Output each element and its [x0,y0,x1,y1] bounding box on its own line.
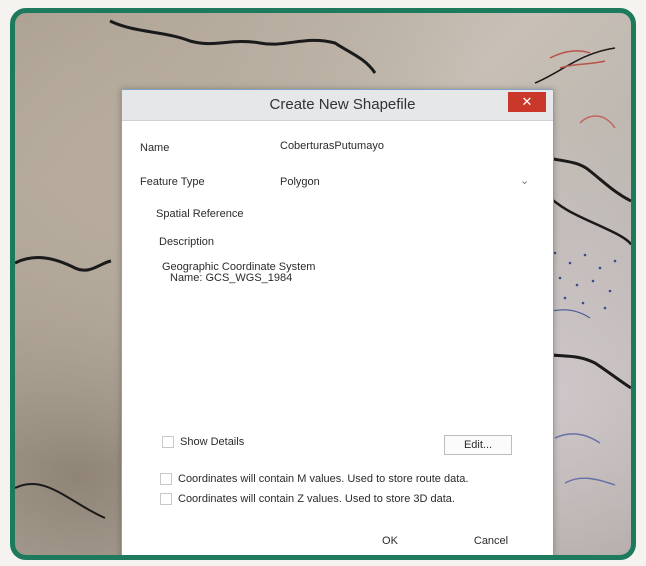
show-details-checkbox[interactable] [162,436,174,448]
ok-button[interactable]: OK [368,532,412,550]
feature-type-label: Feature Type [140,176,205,188]
description-text: Geographic Coordinate System Name: GCS_W… [162,262,315,284]
photo-frame: Create New Shapefile ✕ Name CoberturasPu… [10,8,636,560]
close-button[interactable]: ✕ [508,92,546,112]
create-shapefile-dialog: Create New Shapefile ✕ Name CoberturasPu… [121,89,554,555]
close-icon: ✕ [521,94,533,109]
name-label: Name [140,142,170,154]
name-field[interactable]: CoberturasPutumayo [280,140,384,152]
chevron-down-icon[interactable]: ⌄ [520,174,529,187]
description-line-2: Name: GCS_WGS_1984 [170,272,293,284]
m-values-label: Coordinates will contain M values. Used … [178,473,469,485]
dialog-title: Create New Shapefile [269,96,416,113]
cancel-button[interactable]: Cancel [462,532,520,550]
feature-type-dropdown[interactable]: Polygon [280,176,320,188]
z-values-checkbox[interactable] [160,493,172,505]
dialog-titlebar[interactable]: Create New Shapefile ✕ [122,90,553,121]
edit-button[interactable]: Edit... [444,435,512,455]
spatial-reference-label: Spatial Reference [156,208,244,220]
m-values-checkbox[interactable] [160,473,172,485]
description-label: Description [159,236,215,248]
z-values-label: Coordinates will contain Z values. Used … [178,493,455,505]
show-details-label: Show Details [180,436,245,448]
